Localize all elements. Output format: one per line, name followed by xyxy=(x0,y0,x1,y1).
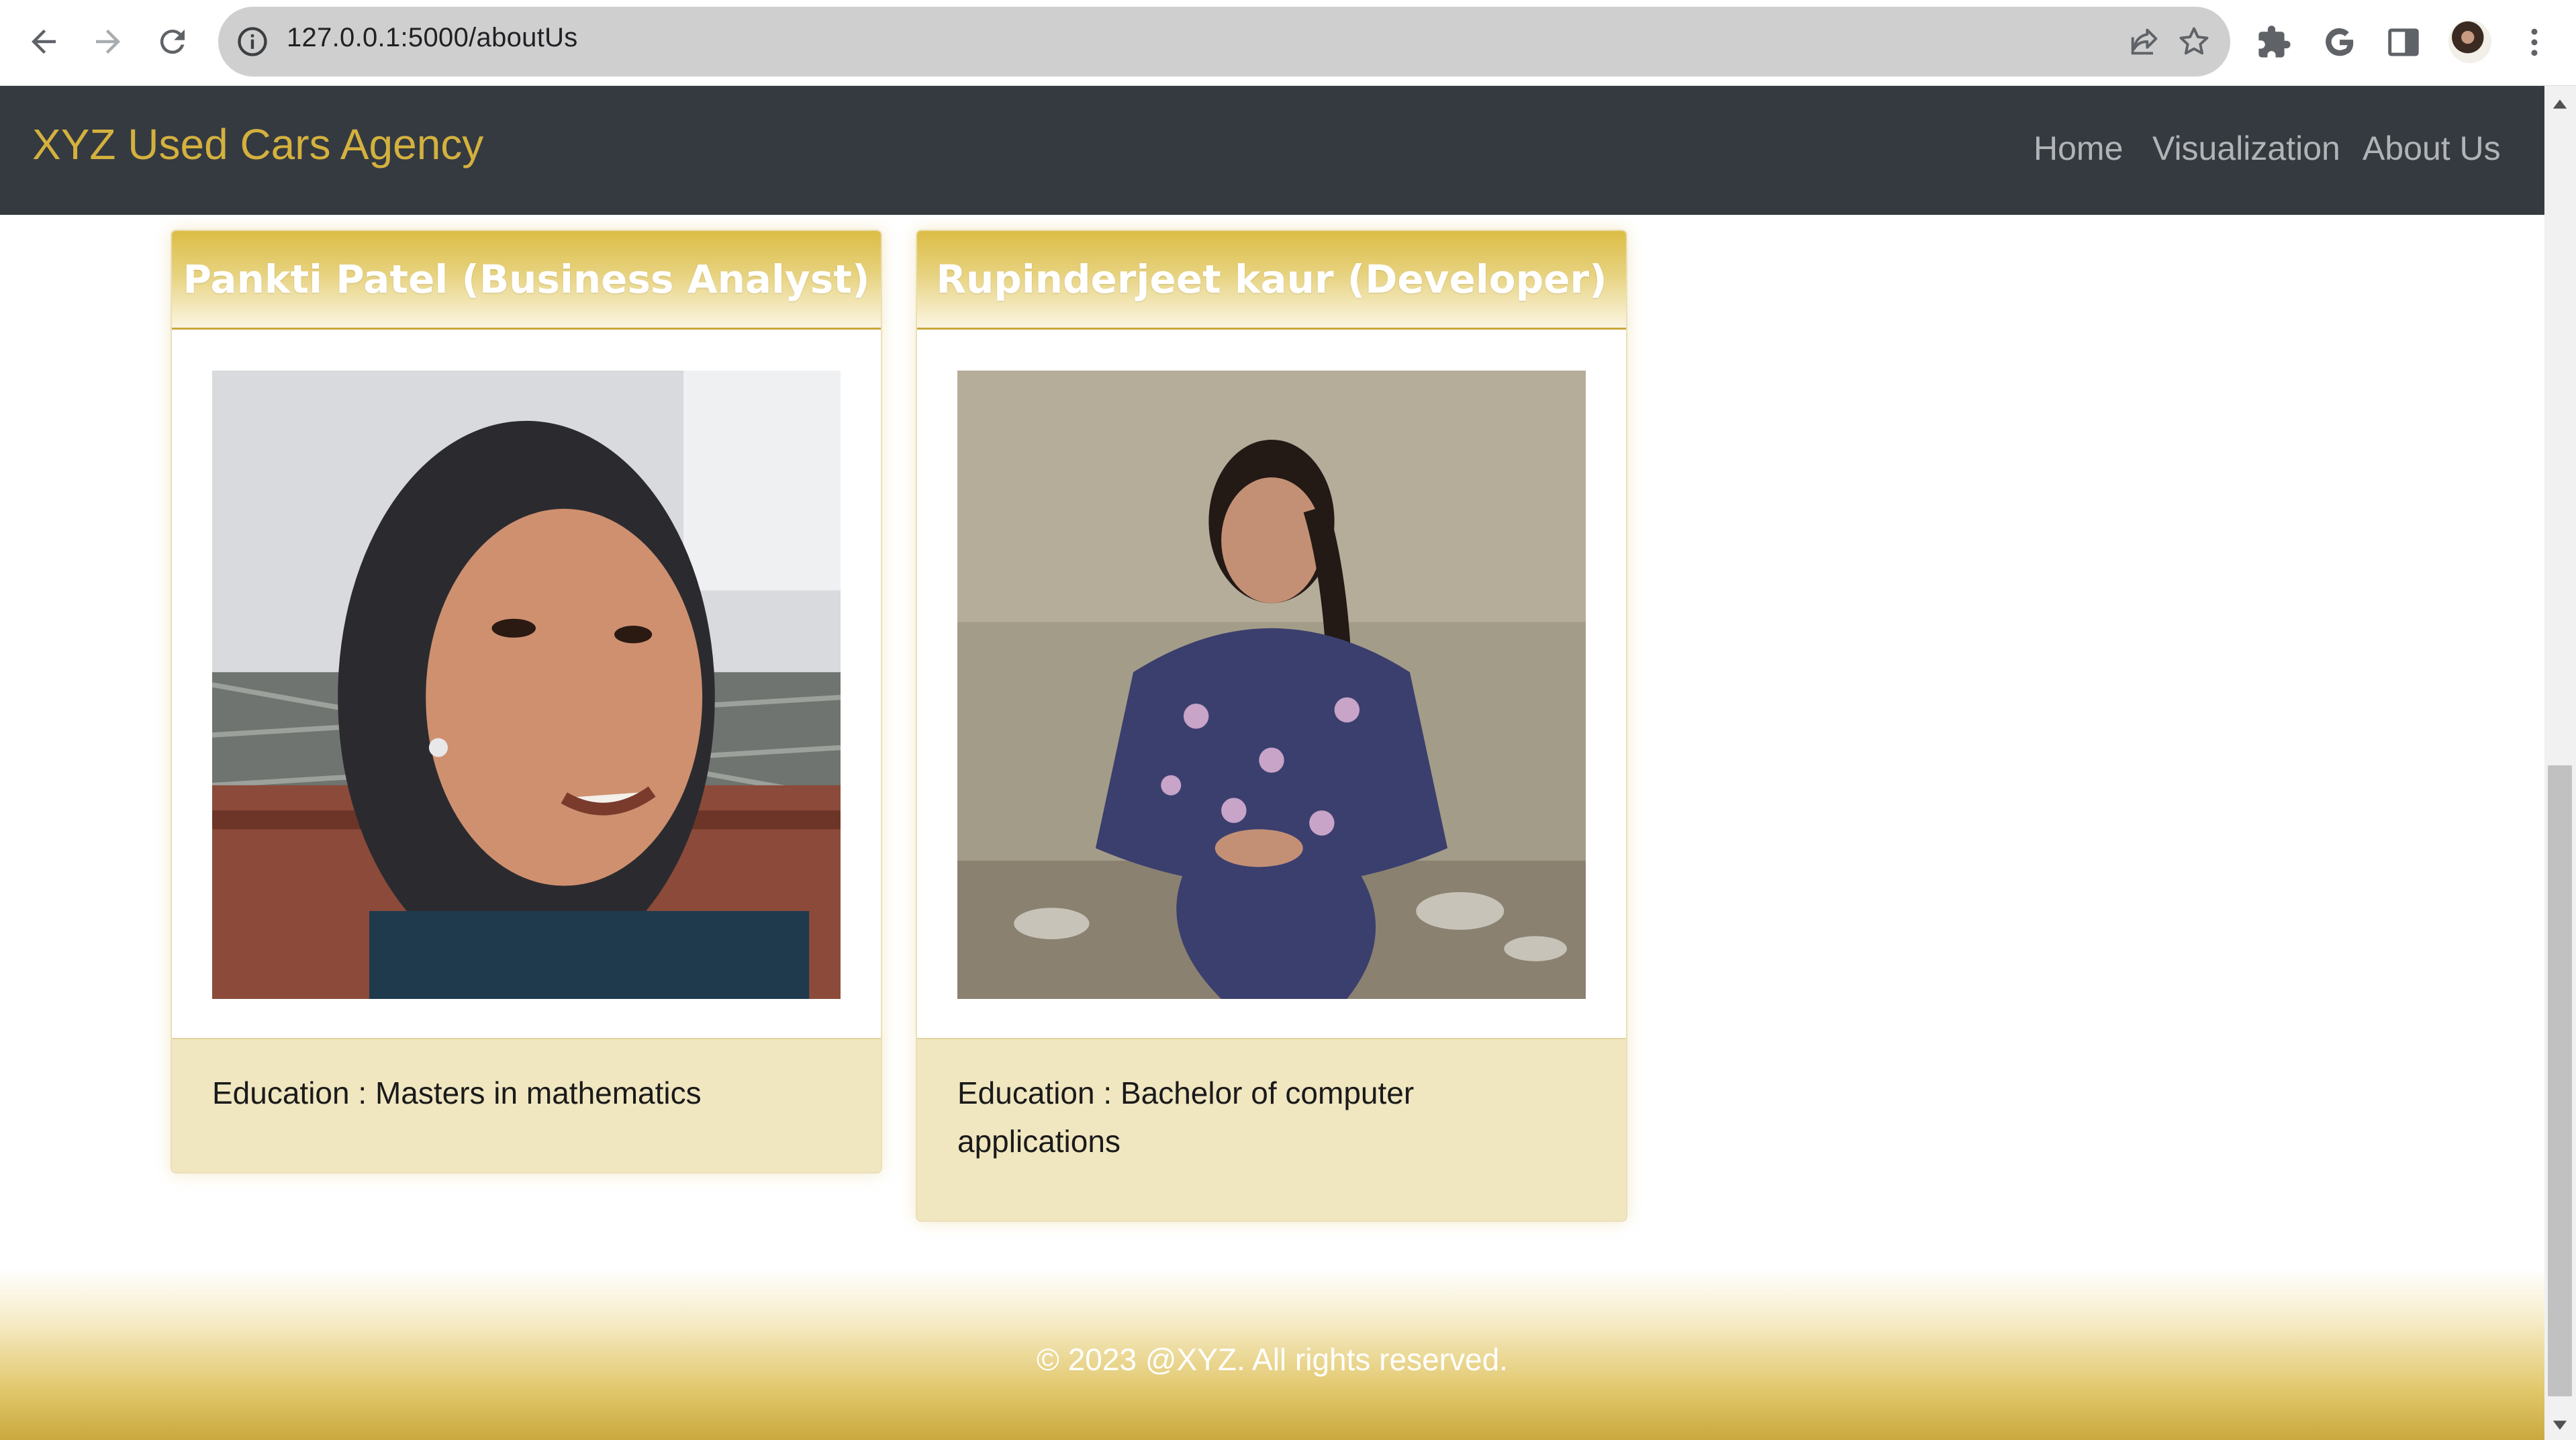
nav-link-visualization[interactable]: Visualization xyxy=(2152,129,2340,168)
education-text: Education : Masters in mathematics xyxy=(212,1075,702,1110)
back-icon xyxy=(32,30,56,54)
card-title: Pankti Patel (Business Analyst) xyxy=(183,256,870,302)
scrollbar-thumb[interactable] xyxy=(2548,765,2572,1396)
forward-button[interactable] xyxy=(81,15,135,68)
back-button[interactable] xyxy=(17,15,70,68)
reload-button[interactable] xyxy=(146,15,199,68)
card-footer: Education : Bachelor of computer applica… xyxy=(917,1038,1626,1220)
share-icon[interactable] xyxy=(2127,24,2162,59)
copyright-text: © 2023 @XYZ. All rights reserved. xyxy=(1037,1342,1508,1377)
google-icon[interactable] xyxy=(2322,24,2358,60)
profile-photo xyxy=(212,371,841,999)
nav-link-about-us[interactable]: About Us xyxy=(2363,129,2501,168)
brand-link[interactable]: XYZ Used Cars Agency xyxy=(32,119,483,169)
url-text[interactable]: 127.0.0.1:5000/aboutUs xyxy=(287,23,578,53)
card-header: Rupinderjeet kaur (Developer) xyxy=(917,231,1626,330)
team-card: Rupinderjeet kaur (Developer) Education … xyxy=(916,230,1627,1222)
page-footer: © 2023 @XYZ. All rights reserved. xyxy=(0,1269,2544,1440)
info-icon[interactable] xyxy=(235,24,270,59)
card-footer: Education : Masters in mathematics xyxy=(172,1038,881,1172)
profile-avatar[interactable] xyxy=(2448,20,2491,63)
education-text: Education : Bachelor of computer applica… xyxy=(957,1075,1415,1159)
reload-icon xyxy=(160,30,185,54)
profile-photo xyxy=(957,371,1586,999)
scroll-up-icon[interactable] xyxy=(2548,93,2571,115)
card-title: Rupinderjeet kaur (Developer) xyxy=(936,256,1607,302)
side-panel-icon[interactable] xyxy=(2385,24,2422,60)
navbar: XYZ Used Cars Agency Home Visualization … xyxy=(0,86,2544,215)
star-icon[interactable] xyxy=(2177,24,2211,59)
forward-icon xyxy=(96,30,120,54)
browser-toolbar: 127.0.0.1:5000/aboutUs xyxy=(0,0,2576,86)
scroll-down-icon[interactable] xyxy=(2548,1414,2571,1437)
extensions-icon[interactable] xyxy=(2256,24,2293,60)
address-bar[interactable]: 127.0.0.1:5000/aboutUs xyxy=(218,7,2230,77)
team-card: Pankti Patel (Business Analyst) Educatio… xyxy=(171,230,882,1173)
menu-icon[interactable] xyxy=(2516,24,2553,60)
card-header: Pankti Patel (Business Analyst) xyxy=(172,231,881,330)
nav-link-home[interactable]: Home xyxy=(2034,129,2123,168)
